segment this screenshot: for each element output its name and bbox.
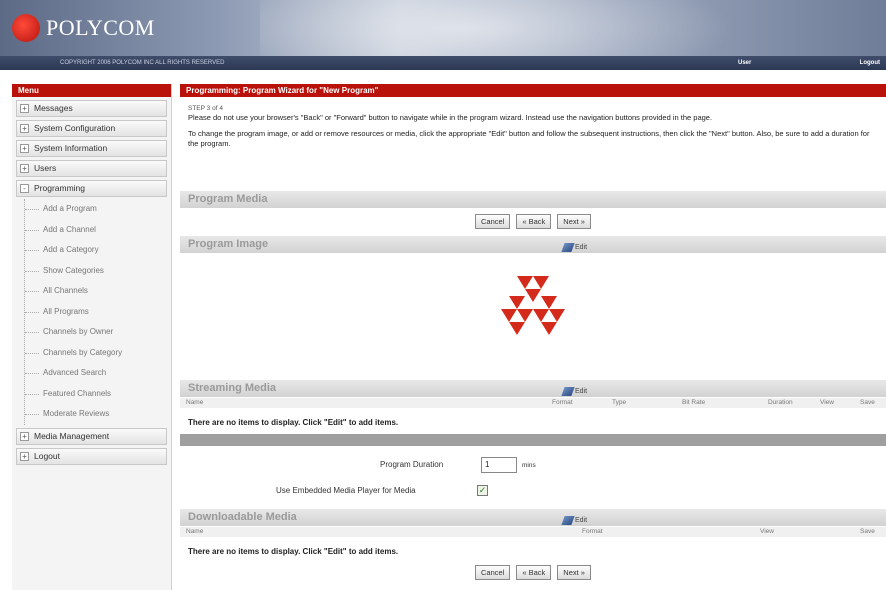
user-link[interactable]: User — [738, 56, 751, 70]
sidebar-item-label: Messages — [34, 103, 73, 113]
app-header: POLYCOM COPYRIGHT 2006 POLYCOM INC ALL R… — [0, 0, 886, 70]
sidebar-menu: Menu + Messages + System Configuration +… — [12, 84, 172, 590]
program-image-title: Program Image — [188, 238, 269, 250]
expand-icon[interactable]: + — [20, 144, 29, 153]
streaming-media-title: Streaming Media — [188, 382, 277, 394]
submenu-channels-by-category[interactable]: Channels by Category — [25, 343, 167, 364]
page-title: Programming: Program Wizard for "New Pro… — [180, 84, 886, 97]
instruction-edit: To change the program image, or add or r… — [188, 129, 870, 148]
edit-icon — [561, 387, 575, 396]
copyright-text: COPYRIGHT 2006 POLYCOM INC ALL RIGHTS RE… — [60, 60, 225, 66]
next-button[interactable]: Next » — [557, 214, 591, 229]
polycom-logo: POLYCOM — [12, 14, 155, 42]
submenu-add-channel[interactable]: Add a Channel — [25, 220, 167, 241]
cancel-button[interactable]: Cancel — [475, 565, 511, 580]
program-image-polycom-icon — [501, 276, 565, 335]
column-save[interactable]: Save — [860, 527, 875, 537]
column-view[interactable]: View — [820, 398, 834, 408]
back-button[interactable]: « Back — [516, 565, 552, 580]
submenu-moderate-reviews[interactable]: Moderate Reviews — [25, 404, 167, 425]
downloadable-empty-message: There are no items to display. Click "Ed… — [188, 547, 399, 556]
submenu-featured-channels[interactable]: Featured Channels — [25, 384, 167, 405]
main-content: Programming: Program Wizard for "New Pro… — [180, 84, 886, 590]
sidebar-item-label: System Configuration — [34, 123, 116, 133]
sidebar-item-label: Logout — [34, 450, 60, 461]
edit-icon — [561, 243, 575, 252]
header-status-bar: COPYRIGHT 2006 POLYCOM INC ALL RIGHTS RE… — [0, 56, 886, 70]
embedded-player-checkbox[interactable]: ✓ — [477, 485, 488, 496]
column-type[interactable]: Type — [612, 398, 626, 408]
submenu-add-category[interactable]: Add a Category — [25, 240, 167, 261]
back-button[interactable]: « Back — [516, 214, 552, 229]
sidebar-item-users[interactable]: + Users — [16, 160, 167, 177]
submenu-channels-by-owner[interactable]: Channels by Owner — [25, 322, 167, 343]
streaming-media-heading: Streaming Media Edit — [180, 380, 886, 397]
expand-icon[interactable]: + — [20, 164, 29, 173]
sidebar-item-label: Users — [34, 163, 57, 173]
column-name[interactable]: Name — [186, 398, 203, 408]
sidebar-item-label: Media Management — [34, 430, 110, 441]
downloadable-media-heading: Downloadable Media Edit — [180, 509, 886, 526]
cancel-button[interactable]: Cancel — [475, 214, 511, 229]
column-format[interactable]: Format — [552, 398, 573, 408]
submenu-show-categories[interactable]: Show Categories — [25, 261, 167, 282]
downloadable-media-title: Downloadable Media — [188, 511, 297, 523]
program-media-heading: Program Media — [180, 191, 886, 208]
column-save[interactable]: Save — [860, 398, 875, 408]
streaming-table-header: Name Format Type Bit Rate Duration View … — [180, 398, 886, 408]
downloadable-table-header: Name Format View Save — [180, 527, 886, 537]
edit-label: Edit — [575, 244, 588, 251]
submenu-all-programs[interactable]: All Programs — [25, 302, 167, 323]
expand-icon[interactable]: + — [20, 124, 29, 133]
instruction-navigation: Please do not use your browser's "Back" … — [188, 113, 713, 122]
header-logout-link[interactable]: Logout — [860, 56, 880, 70]
program-image-heading: Program Image Edit — [180, 236, 886, 253]
menu-title: Menu — [12, 84, 171, 97]
polycom-logo-icon — [12, 14, 40, 42]
sidebar-item-system-information[interactable]: + System Information — [16, 140, 167, 157]
sidebar-item-messages[interactable]: + Messages — [16, 100, 167, 117]
column-bit-rate[interactable]: Bit Rate — [682, 398, 705, 408]
submenu-all-channels[interactable]: All Channels — [25, 281, 167, 302]
next-button[interactable]: Next » — [557, 565, 591, 580]
edit-icon — [561, 516, 575, 525]
sidebar-item-media-management[interactable]: + Media Management — [16, 427, 167, 445]
nav-buttons-bottom: Cancel « Back Next » — [180, 565, 886, 580]
wizard-step: STEP 3 of 4 — [188, 105, 223, 112]
expand-icon[interactable]: + — [20, 104, 29, 113]
nav-buttons-top: Cancel « Back Next » — [180, 214, 886, 229]
collapse-icon[interactable]: - — [20, 184, 29, 193]
sidebar-item-logout[interactable]: + Logout — [16, 447, 167, 465]
column-format[interactable]: Format — [582, 527, 603, 537]
sidebar-item-system-configuration[interactable]: + System Configuration — [16, 120, 167, 137]
edit-program-image-button[interactable]: Edit — [561, 239, 588, 256]
sidebar-item-label: Programming — [34, 183, 86, 193]
submenu-add-program[interactable]: Add a Program — [25, 199, 167, 220]
expand-icon[interactable]: + — [20, 431, 29, 441]
program-duration-label: Program Duration — [380, 460, 444, 469]
duration-unit: mins — [522, 462, 536, 469]
sidebar-item-programming[interactable]: - Programming — [16, 180, 167, 197]
embedded-player-label: Use Embedded Media Player for Media — [276, 486, 416, 495]
column-view[interactable]: View — [760, 527, 774, 537]
expand-icon[interactable]: + — [20, 451, 29, 461]
program-duration-input[interactable]: 1 — [481, 457, 517, 473]
streaming-empty-message: There are no items to display. Click "Ed… — [188, 418, 399, 427]
sidebar-item-label: System Information — [34, 143, 108, 153]
section-divider — [180, 434, 886, 446]
column-name[interactable]: Name — [186, 527, 203, 537]
programming-submenu: Add a Program Add a Channel Add a Catego… — [24, 199, 167, 425]
column-duration[interactable]: Duration — [768, 398, 793, 408]
submenu-advanced-search[interactable]: Advanced Search — [25, 363, 167, 384]
brand-name: POLYCOM — [46, 15, 155, 40]
